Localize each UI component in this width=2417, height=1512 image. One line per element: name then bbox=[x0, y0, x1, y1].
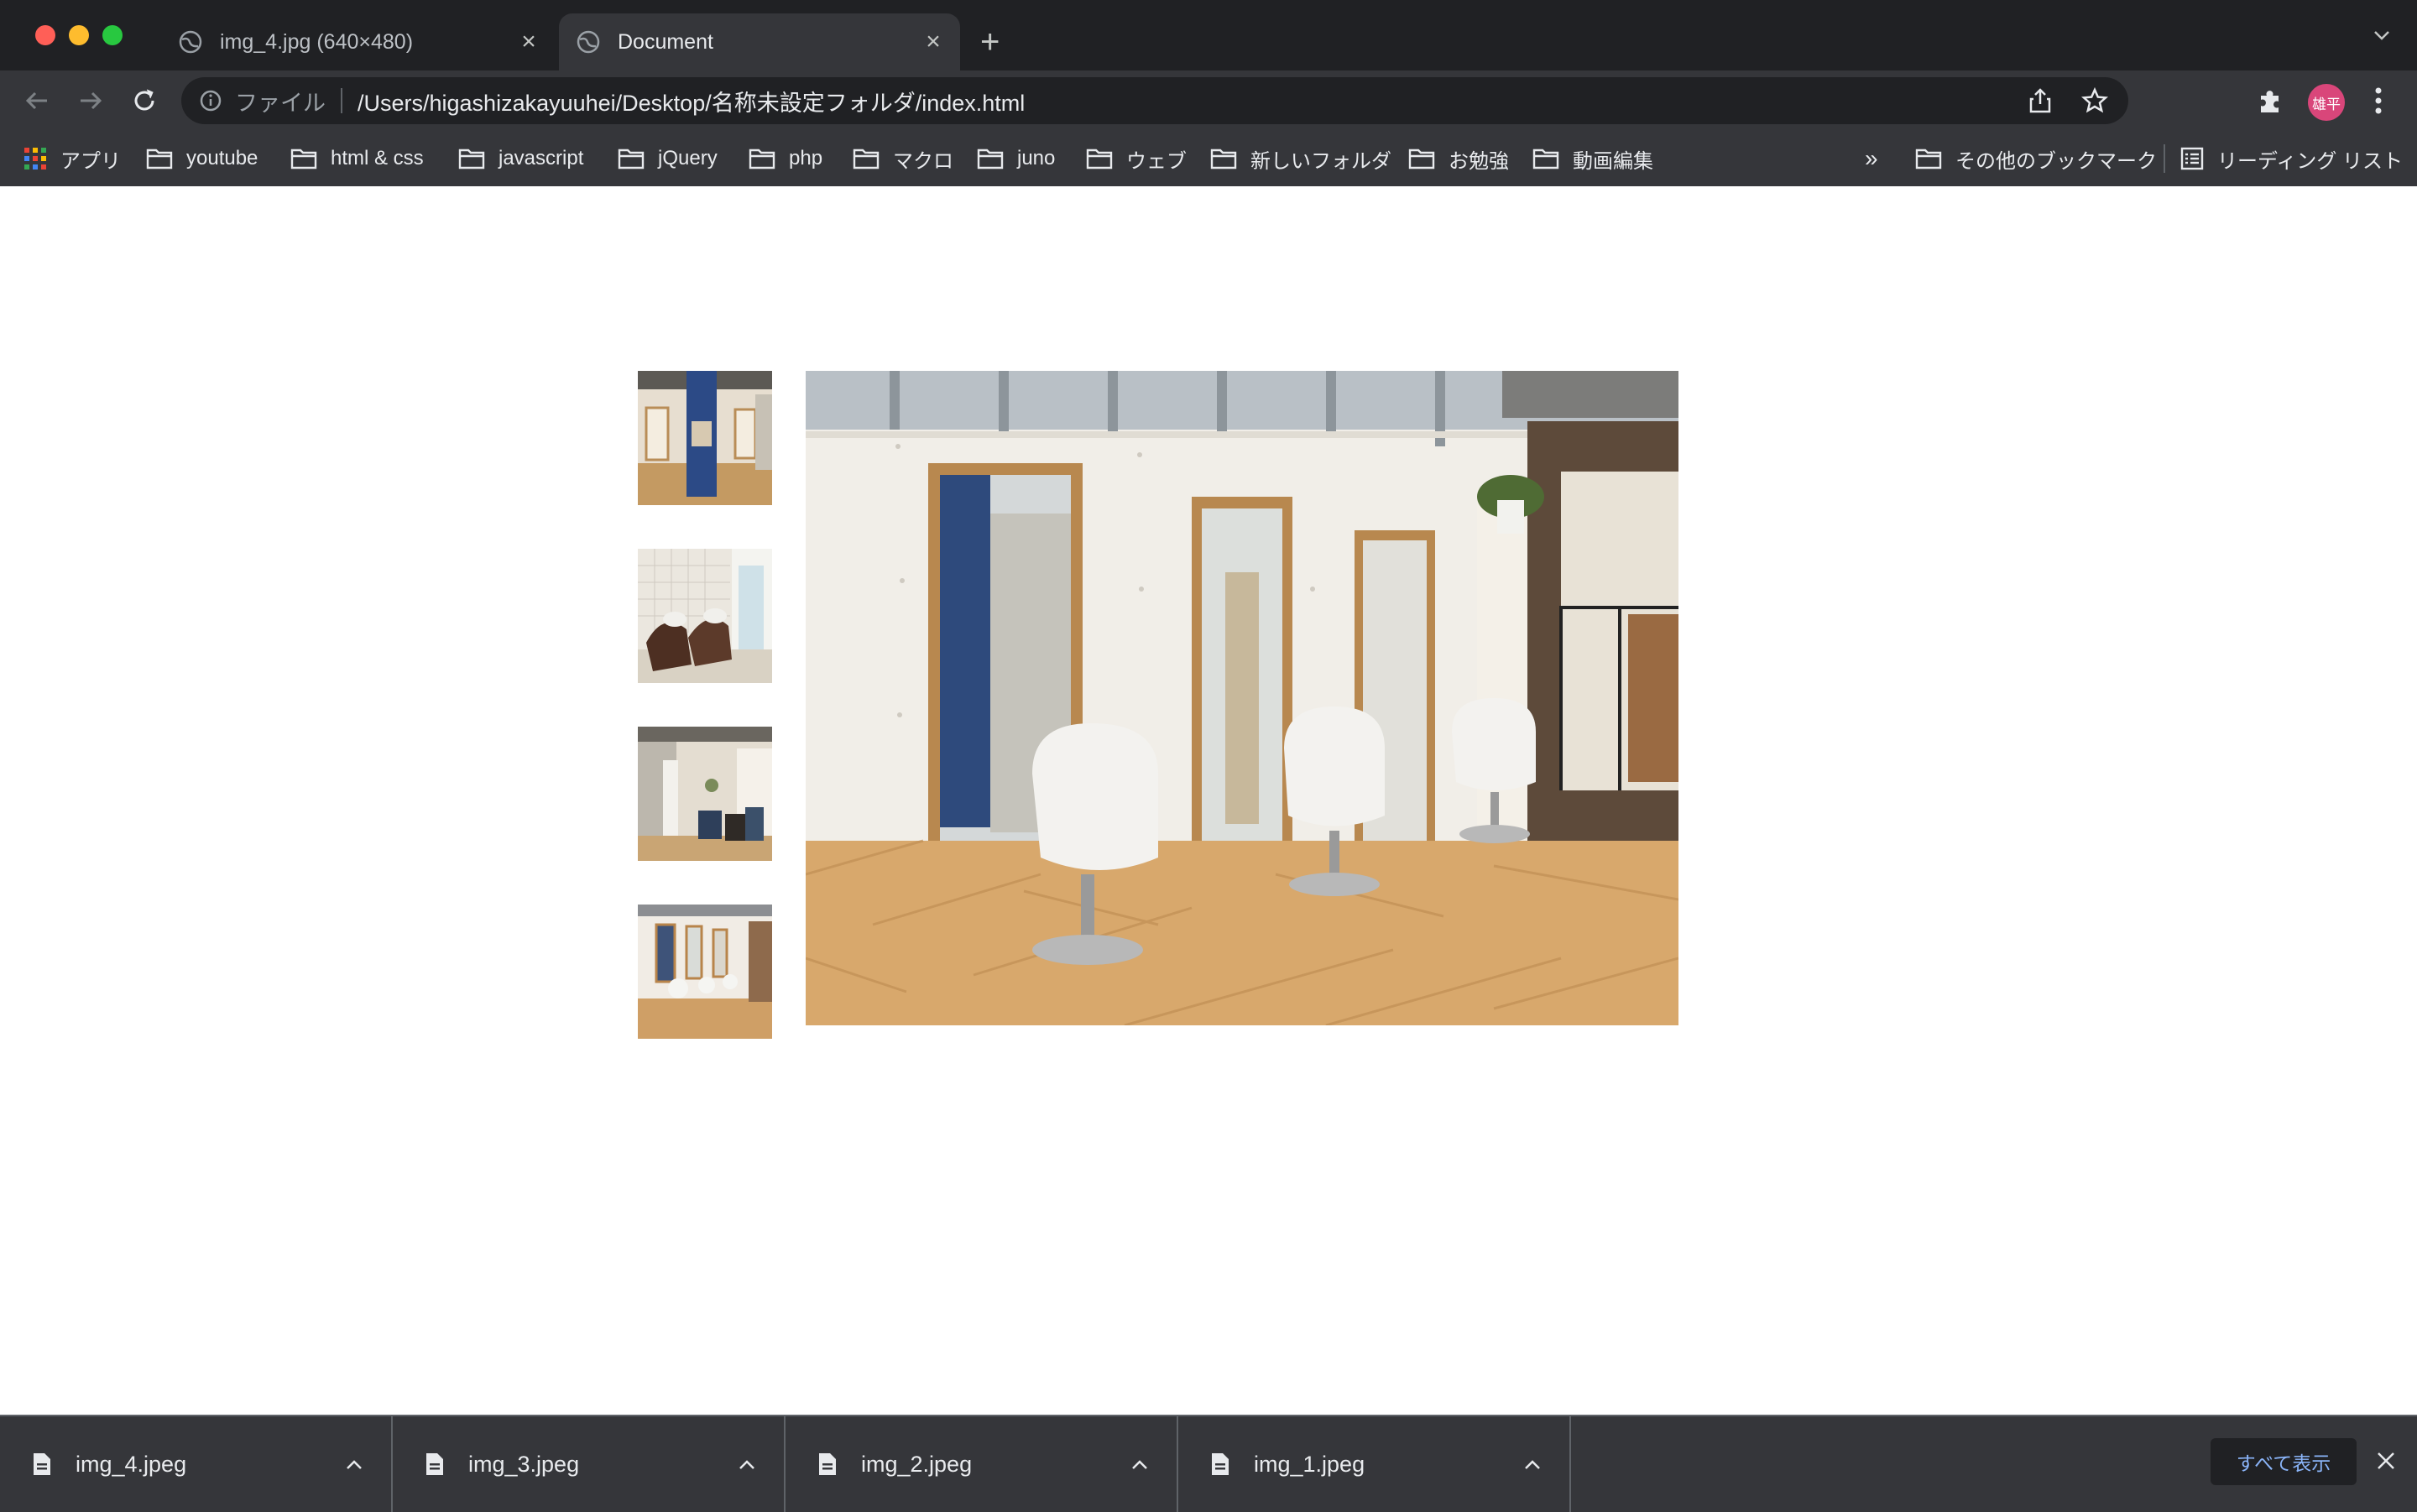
bookmark-folder[interactable]: 新しいフォルダ bbox=[1210, 131, 1391, 186]
download-filename: img_2.jpeg bbox=[861, 1451, 973, 1477]
folder-icon bbox=[618, 149, 645, 169]
folder-icon bbox=[1915, 149, 1942, 169]
bookmark-folder[interactable]: juno bbox=[977, 131, 1055, 186]
folder-icon bbox=[1532, 149, 1559, 169]
tab-title: img_4.jpg (640×480) bbox=[220, 29, 414, 54]
bookmark-folder[interactable]: html & css bbox=[290, 131, 424, 186]
folder-icon bbox=[1408, 149, 1435, 169]
profile-avatar[interactable]: 雄平 bbox=[2308, 84, 2345, 121]
download-item[interactable]: img_3.jpeg bbox=[393, 1416, 786, 1512]
bookmark-folder[interactable]: ウェブ bbox=[1086, 131, 1187, 186]
folder-icon bbox=[1086, 149, 1113, 169]
scheme-label: ファイル bbox=[235, 90, 326, 116]
chevron-up-icon[interactable] bbox=[739, 1458, 755, 1470]
divider bbox=[2164, 144, 2165, 173]
chevron-up-icon[interactable] bbox=[346, 1458, 363, 1470]
url-text[interactable]: /Users/higashizakayuuhei/Desktop/名称未設定フォ… bbox=[358, 85, 1025, 117]
extensions-puzzle-icon[interactable] bbox=[2256, 86, 2286, 116]
bookmark-label: juno bbox=[1017, 147, 1056, 169]
bookmark-label: 新しいフォルダ bbox=[1250, 149, 1391, 173]
close-tab-icon[interactable]: × bbox=[512, 28, 546, 56]
share-icon[interactable] bbox=[2028, 87, 2053, 114]
close-tab-icon[interactable]: × bbox=[916, 28, 950, 56]
folder-icon bbox=[146, 149, 173, 169]
apps-grid-icon bbox=[24, 148, 46, 169]
tab-img4[interactable]: img_4.jpg (640×480) × bbox=[161, 13, 556, 70]
bookmark-folder[interactable]: 動画編集 bbox=[1532, 131, 1653, 186]
star-icon[interactable] bbox=[2081, 87, 2108, 114]
bookmark-label: マクロ bbox=[893, 149, 953, 173]
close-icon[interactable] bbox=[2375, 1450, 2397, 1472]
download-filename: img_1.jpeg bbox=[1254, 1451, 1365, 1477]
close-window-button[interactable] bbox=[35, 25, 55, 45]
main-image bbox=[806, 371, 1678, 1025]
new-tab-button[interactable]: + bbox=[980, 20, 1000, 64]
bookmarks-bar: アプリ youtube html & css javascript jQuery… bbox=[0, 131, 2417, 188]
file-icon bbox=[1212, 1453, 1229, 1475]
file-icon bbox=[426, 1453, 443, 1475]
bookmark-folder[interactable]: youtube bbox=[146, 131, 258, 186]
bookmark-label: お勉強 bbox=[1449, 149, 1509, 173]
file-icon bbox=[34, 1453, 50, 1475]
bookmark-folder[interactable]: お勉強 bbox=[1408, 131, 1509, 186]
thumbnail-image-4[interactable] bbox=[638, 905, 772, 1039]
download-item[interactable]: img_2.jpeg bbox=[786, 1416, 1178, 1512]
download-item[interactable]: img_4.jpeg bbox=[0, 1416, 393, 1512]
minimize-window-button[interactable] bbox=[69, 25, 89, 45]
folder-icon bbox=[749, 149, 775, 169]
bookmark-folder[interactable]: javascript bbox=[458, 131, 583, 186]
tab-strip: img_4.jpg (640×480) × Document × + bbox=[0, 0, 2417, 70]
bookmark-label: ウェブ bbox=[1126, 149, 1187, 173]
chevron-up-icon[interactable] bbox=[1524, 1458, 1541, 1470]
toolbar: ファイル /Users/higashizakayuuhei/Desktop/名称… bbox=[0, 70, 2417, 131]
more-menu-icon[interactable] bbox=[2372, 84, 2385, 117]
bookmark-other[interactable]: その他のブックマーク bbox=[1915, 131, 2157, 186]
thumbnail-image-3[interactable] bbox=[638, 727, 772, 861]
globe-icon bbox=[179, 30, 202, 54]
download-filename: img_4.jpeg bbox=[76, 1451, 187, 1477]
bookmark-label: php bbox=[789, 147, 823, 169]
bookmark-apps[interactable]: アプリ bbox=[23, 131, 121, 186]
globe-icon bbox=[577, 30, 600, 54]
bookmarks-overflow-button[interactable]: » bbox=[1865, 131, 1878, 186]
reload-icon[interactable] bbox=[129, 86, 159, 116]
folder-icon bbox=[977, 149, 1004, 169]
reading-list-icon bbox=[2180, 147, 2204, 170]
page-content bbox=[0, 186, 2417, 1415]
folder-icon bbox=[853, 149, 880, 169]
address-bar[interactable]: ファイル /Users/higashizakayuuhei/Desktop/名称… bbox=[181, 77, 2128, 124]
folder-icon bbox=[290, 149, 317, 169]
back-arrow-icon[interactable] bbox=[22, 86, 52, 116]
show-all-button[interactable]: すべて表示 bbox=[2211, 1438, 2357, 1485]
tab-title: Document bbox=[618, 29, 713, 54]
bookmark-label: youtube bbox=[186, 147, 258, 169]
bookmark-label: 動画編集 bbox=[1573, 149, 1653, 173]
bookmark-folder[interactable]: php bbox=[749, 131, 822, 186]
bookmark-label: html & css bbox=[331, 147, 424, 169]
file-icon bbox=[819, 1453, 836, 1475]
download-filename: img_3.jpeg bbox=[468, 1451, 580, 1477]
info-icon[interactable] bbox=[198, 88, 223, 113]
bookmark-label: アプリ bbox=[60, 149, 121, 173]
download-shelf: img_4.jpeg img_3.jpeg img_2.jpeg img_1.j… bbox=[0, 1415, 2417, 1512]
folder-icon bbox=[458, 149, 485, 169]
bookmark-label: リーディング リスト bbox=[2217, 149, 2403, 173]
omnibox-actions bbox=[2028, 87, 2108, 114]
thumbnail-image-2[interactable] bbox=[638, 549, 772, 683]
divider bbox=[341, 88, 342, 113]
bookmark-label: javascript bbox=[499, 147, 584, 169]
forward-arrow-icon[interactable] bbox=[76, 86, 106, 116]
thumbnail-image-1[interactable] bbox=[638, 371, 772, 505]
chevron-up-icon[interactable] bbox=[1131, 1458, 1148, 1470]
bookmark-folder[interactable]: jQuery bbox=[618, 131, 718, 186]
bookmark-label: jQuery bbox=[658, 147, 718, 169]
tab-document[interactable]: Document × bbox=[559, 13, 960, 70]
chevron-down-icon[interactable] bbox=[2372, 25, 2392, 45]
reading-list-button[interactable]: リーディング リスト bbox=[2180, 131, 2403, 186]
zoom-window-button[interactable] bbox=[102, 25, 123, 45]
bookmark-folder[interactable]: マクロ bbox=[853, 131, 953, 186]
download-item[interactable]: img_1.jpeg bbox=[1178, 1416, 1571, 1512]
folder-icon bbox=[1210, 149, 1237, 169]
bookmark-label: その他のブックマーク bbox=[1955, 149, 2157, 173]
